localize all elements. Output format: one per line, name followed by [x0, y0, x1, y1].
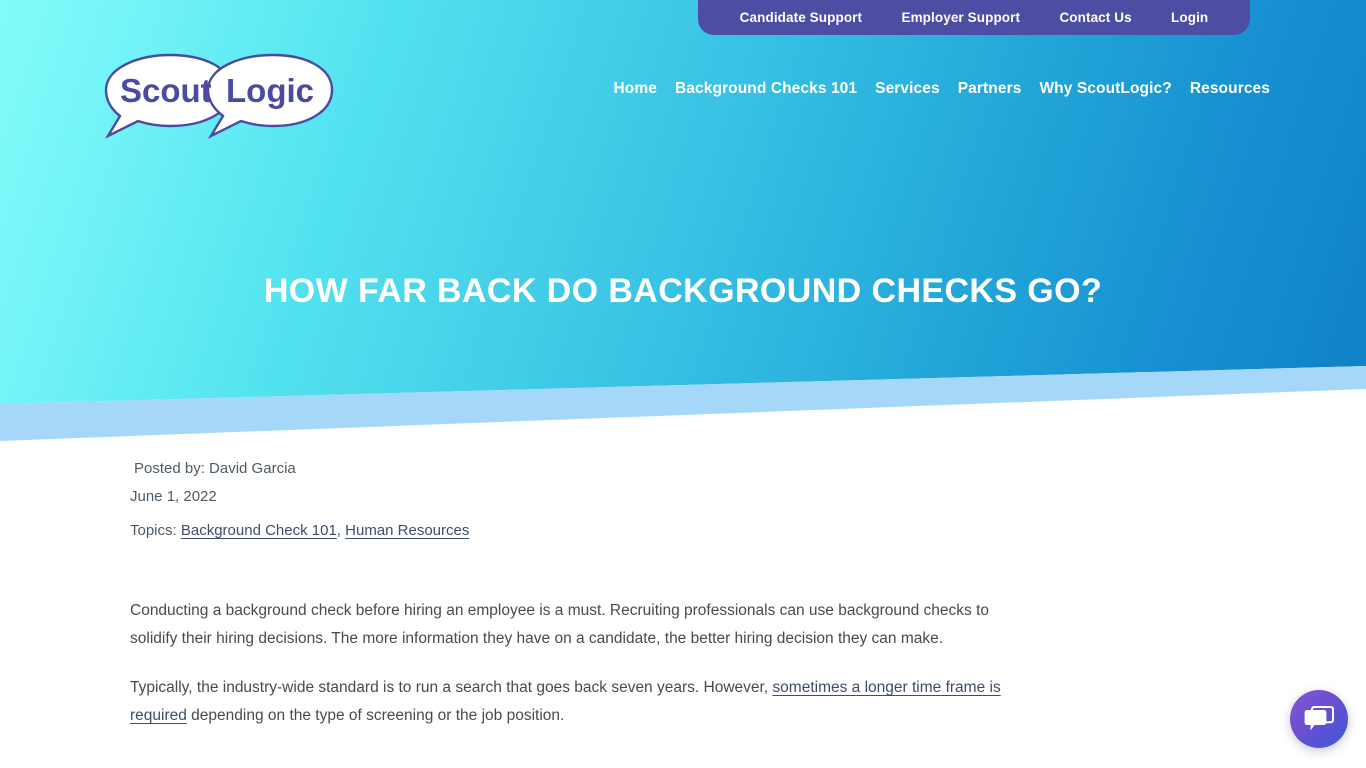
article-topics: Topics: Background Check 101, Human Reso… [130, 517, 1010, 545]
topics-separator: , [336, 522, 341, 539]
logo-speech-bubbles-icon: Scout Logic [104, 53, 334, 139]
article-paragraph-1: Conducting a background check before hir… [130, 602, 990, 647]
main-navigation: Home Background Checks 101 Services Part… [614, 80, 1270, 98]
article-author: Posted by: David Garcia [134, 460, 296, 477]
article-date: June 1, 2022 [130, 488, 217, 505]
nav-item-partners[interactable]: Partners [958, 80, 1022, 98]
logo-text-scout: Scout [120, 72, 212, 109]
page-root: Candidate Support Employer Support Conta… [0, 0, 1366, 768]
nav-item-home[interactable]: Home [614, 80, 657, 98]
nav-item-services[interactable]: Services [875, 80, 940, 98]
utility-link-employer-support[interactable]: Employer Support [901, 10, 1020, 25]
utility-link-contact-us[interactable]: Contact Us [1059, 10, 1131, 25]
utility-nav-bar: Candidate Support Employer Support Conta… [698, 0, 1250, 35]
nav-item-resources[interactable]: Resources [1190, 80, 1270, 98]
topics-label: Topics: [130, 522, 177, 539]
site-logo[interactable]: Scout Logic [98, 50, 338, 142]
chat-widget-button[interactable] [1290, 690, 1348, 748]
logo-text-logic: Logic [226, 72, 314, 109]
topic-link-human-resources[interactable]: Human Resources [345, 522, 469, 539]
chat-bubbles-icon [1304, 706, 1334, 731]
utility-link-login[interactable]: Login [1171, 10, 1208, 25]
topic-link-background-check-101[interactable]: Background Check 101 [181, 522, 337, 539]
nav-item-why-scoutlogic[interactable]: Why ScoutLogic? [1039, 80, 1171, 98]
paragraph-2-text-after: depending on the type of screening or th… [186, 707, 565, 724]
paragraph-2-text-before: Typically, the industry-wide standard is… [130, 679, 773, 696]
article-body: Conducting a background check before hir… [130, 597, 1010, 730]
nav-item-background-checks-101[interactable]: Background Checks 101 [675, 80, 857, 98]
article-container: Posted by: David Garcia June 1, 2022 Top… [130, 455, 1010, 751]
article-paragraph-2: Typically, the industry-wide standard is… [130, 674, 1010, 730]
utility-link-candidate-support[interactable]: Candidate Support [740, 10, 862, 25]
page-title: HOW FAR BACK DO BACKGROUND CHECKS GO? [263, 272, 1103, 310]
